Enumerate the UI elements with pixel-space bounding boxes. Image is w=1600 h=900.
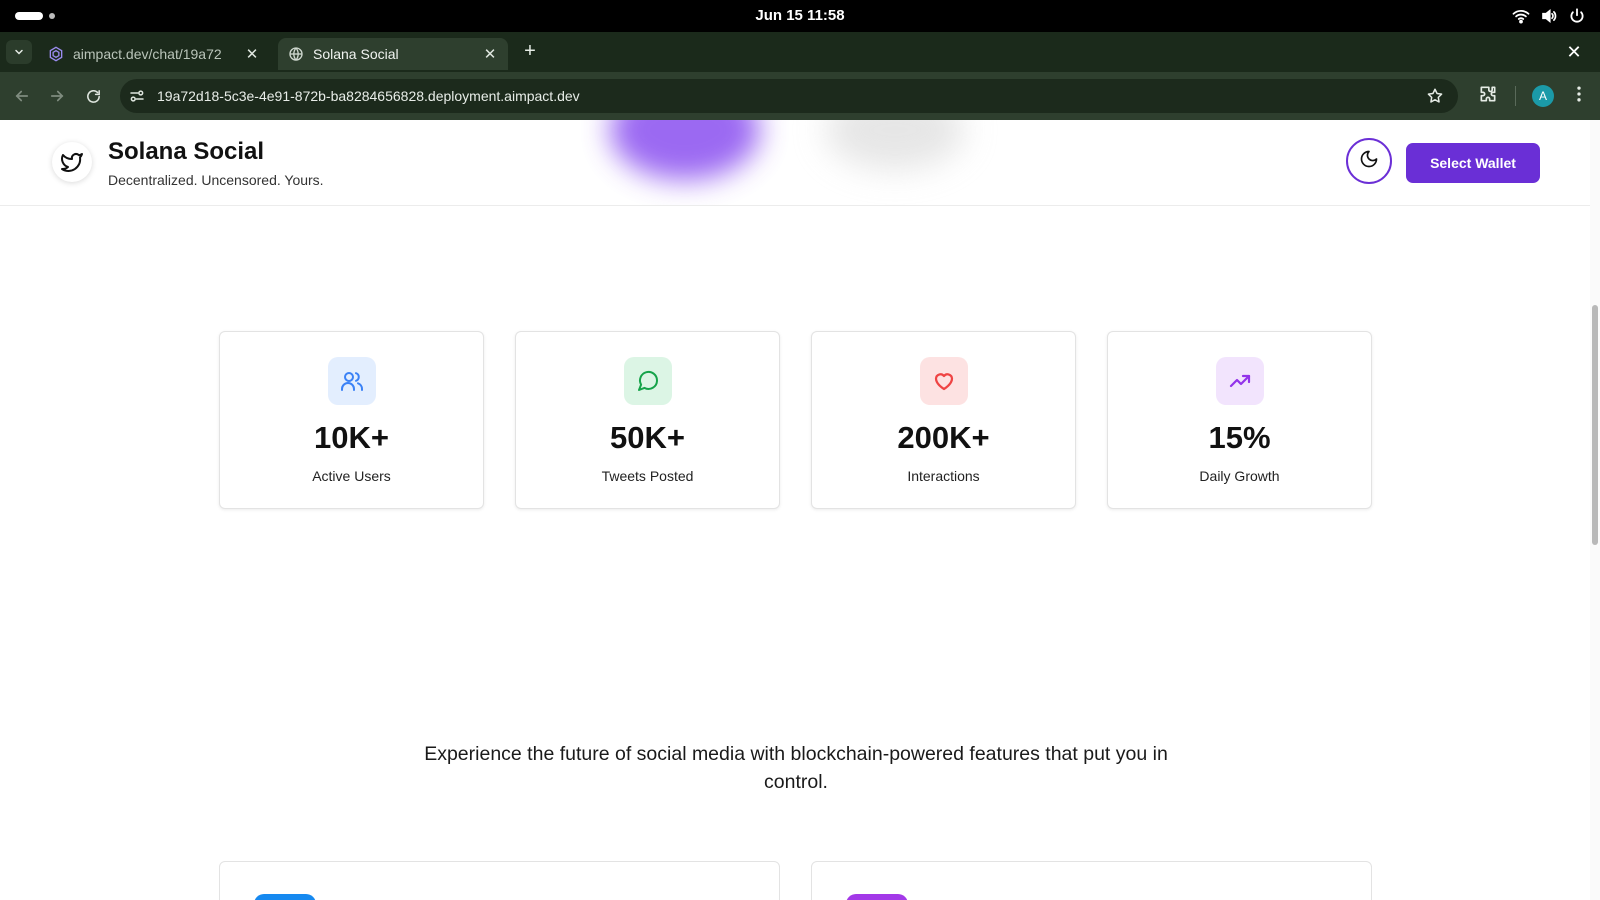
site-tagline: Decentralized. Uncensored. Yours. [108, 172, 324, 188]
moon-icon [1359, 149, 1379, 174]
stat-value: 15% [1208, 420, 1271, 455]
stat-card-active-users: 10K+ Active Users [219, 331, 484, 509]
new-tab-button[interactable]: + [518, 40, 542, 64]
power-icon [1568, 7, 1586, 25]
stats-section: 10K+ Active Users 50K+ Tweets Posted 200… [219, 331, 1373, 509]
stat-label: Daily Growth [1199, 468, 1280, 484]
site-info-icon[interactable] [128, 87, 146, 105]
globe-icon [288, 46, 304, 62]
select-wallet-button[interactable]: Select Wallet [1406, 143, 1540, 183]
wifi-icon [1512, 7, 1530, 25]
workspace-dot [49, 13, 55, 19]
browser-tab-strip: aimpact.dev/chat/19a72 ✕ Solana Social ✕… [0, 32, 1600, 72]
activities-indicator[interactable] [15, 12, 43, 20]
aimpact-favicon-icon [48, 46, 64, 62]
back-button[interactable] [10, 84, 34, 108]
message-circle-icon [624, 357, 672, 405]
os-top-bar: Jun 15 11:58 [0, 0, 1600, 32]
tab-close-button[interactable]: ✕ [244, 45, 260, 63]
stat-card-tweets-posted: 50K+ Tweets Posted [515, 331, 780, 509]
system-tray[interactable] [1512, 7, 1586, 25]
stat-card-interactions: 200K+ Interactions [811, 331, 1076, 509]
browser-tab-solana-social[interactable]: Solana Social ✕ [278, 38, 508, 70]
browser-tab-aimpact[interactable]: aimpact.dev/chat/19a72 ✕ [38, 38, 270, 70]
profile-avatar[interactable]: A [1532, 85, 1554, 107]
trending-up-icon [1216, 357, 1264, 405]
system-clock[interactable]: Jun 15 11:58 [700, 0, 900, 32]
stat-card-daily-growth: 15% Daily Growth [1107, 331, 1372, 509]
stat-value: 200K+ [897, 420, 990, 455]
feature-card [811, 861, 1372, 900]
stat-value: 10K+ [314, 420, 389, 455]
extensions-icon[interactable] [1478, 84, 1498, 109]
forward-button[interactable] [45, 84, 69, 108]
decorative-blur-gray [825, 120, 965, 170]
toolbar-divider [1515, 86, 1516, 106]
close-window-button[interactable]: ✕ [1562, 40, 1586, 64]
feature-icon [846, 894, 908, 900]
tab-list-dropdown[interactable] [6, 40, 32, 64]
heart-icon [920, 357, 968, 405]
features-intro-text: Experience the future of social media wi… [424, 743, 1168, 793]
more-menu-icon[interactable] [1569, 84, 1589, 109]
browser-toolbar: 19a72d18-5c3e-4e91-872b-ba8284656828.dep… [0, 72, 1600, 120]
stat-label: Tweets Posted [601, 468, 694, 484]
users-icon [328, 357, 376, 405]
volume-icon [1540, 7, 1558, 25]
reload-button[interactable] [81, 84, 105, 108]
tab-title: Solana Social [313, 46, 399, 62]
feature-card [219, 861, 780, 900]
decorative-blur-purple [610, 120, 760, 180]
theme-toggle-button[interactable] [1346, 138, 1392, 184]
page-scrollbar-thumb[interactable] [1592, 305, 1598, 545]
bookmark-star-icon[interactable] [1426, 87, 1444, 110]
tab-close-button[interactable]: ✕ [482, 45, 498, 63]
url-text[interactable]: 19a72d18-5c3e-4e91-872b-ba8284656828.dep… [157, 79, 580, 113]
tab-title: aimpact.dev/chat/19a72 [73, 46, 222, 62]
stat-label: Active Users [312, 468, 391, 484]
stat-value: 50K+ [610, 420, 685, 455]
site-header: Solana Social Decentralized. Uncensored.… [0, 120, 1590, 206]
feature-icon [254, 894, 316, 900]
stat-label: Interactions [907, 468, 980, 484]
bird-logo-icon[interactable] [52, 142, 92, 182]
site-title: Solana Social [108, 138, 265, 165]
address-bar[interactable]: 19a72d18-5c3e-4e91-872b-ba8284656828.dep… [120, 79, 1458, 113]
